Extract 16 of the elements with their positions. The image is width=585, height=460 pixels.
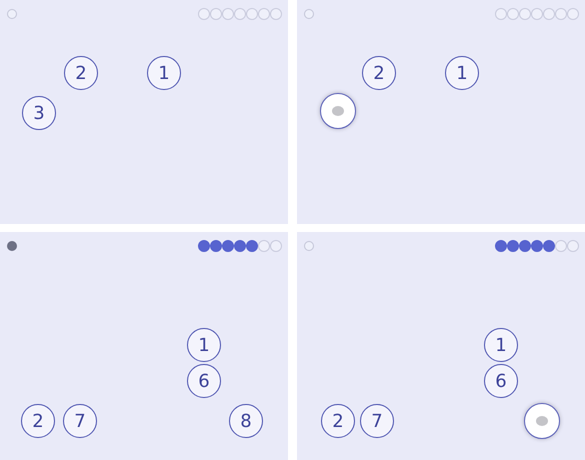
number-target[interactable]: 7: [360, 404, 394, 438]
number-target[interactable]: 1: [187, 328, 221, 362]
tapped-target[interactable]: [320, 93, 356, 129]
number-target[interactable]: 7: [63, 404, 97, 438]
number-target[interactable]: 2: [21, 404, 55, 438]
number-target[interactable]: 6: [187, 364, 221, 398]
number-target[interactable]: 1: [445, 56, 479, 90]
number-target[interactable]: 2: [362, 56, 396, 90]
number-target[interactable]: 6: [484, 364, 518, 398]
number-target[interactable]: 8: [229, 404, 263, 438]
number-target[interactable]: 1: [484, 328, 518, 362]
number-target[interactable]: 3: [22, 96, 56, 130]
number-target[interactable]: 1: [147, 56, 181, 90]
number-target[interactable]: 2: [321, 404, 355, 438]
number-target[interactable]: 2: [64, 56, 98, 90]
tapped-target[interactable]: [524, 403, 560, 439]
